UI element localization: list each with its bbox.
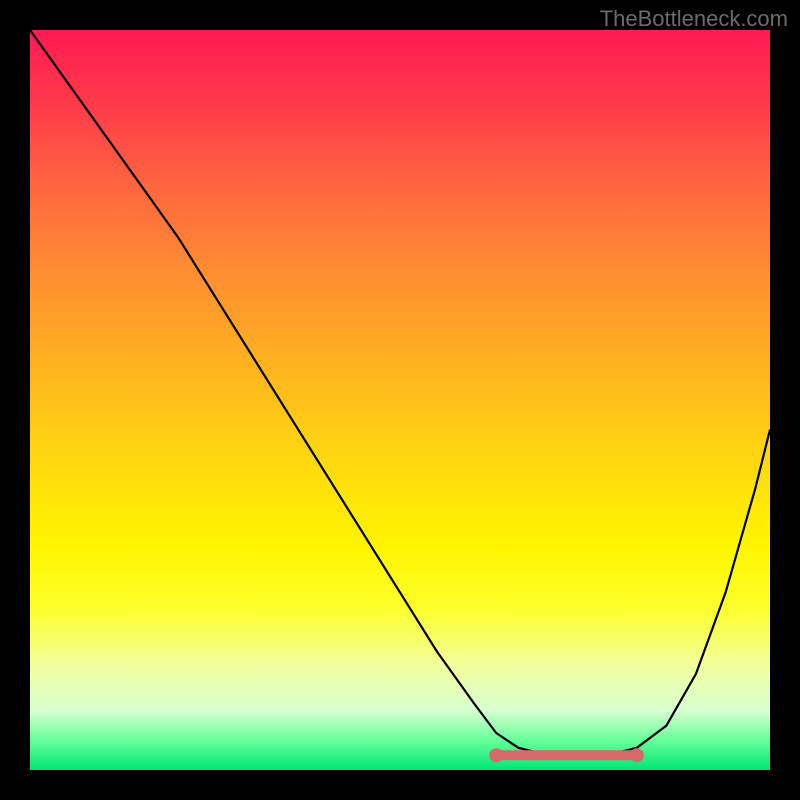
bottleneck-curve bbox=[30, 30, 770, 755]
watermark-text: TheBottleneck.com bbox=[600, 6, 788, 32]
plot-area bbox=[30, 30, 770, 770]
optimal-band-right-dot bbox=[630, 748, 644, 762]
optimal-band-left-dot bbox=[489, 748, 503, 762]
chart-svg bbox=[30, 30, 770, 770]
